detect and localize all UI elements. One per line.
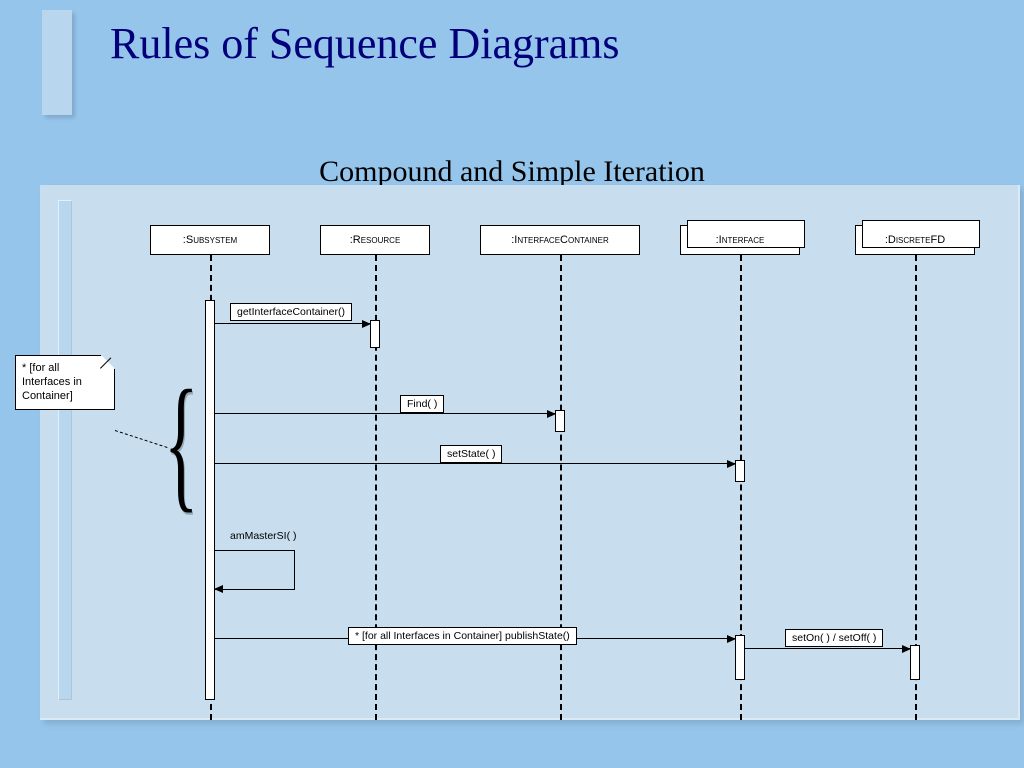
activation-interface-container-1 bbox=[555, 410, 565, 432]
participant-interface: :Interface bbox=[680, 225, 800, 255]
msg-label: setState( ) bbox=[440, 445, 502, 463]
activation-discrete-fd bbox=[910, 645, 920, 680]
msg-label: Find( ) bbox=[400, 395, 444, 413]
participant-label: :Subsystem bbox=[183, 234, 237, 246]
activation-resource bbox=[370, 320, 380, 348]
page-title: Rules of Sequence Diagrams bbox=[110, 18, 620, 69]
participant-label: :DiscreteFD bbox=[885, 234, 945, 246]
participant-label: :Interface bbox=[716, 234, 765, 246]
participant-discrete-fd: :DiscreteFD bbox=[855, 225, 975, 255]
msg-set-state bbox=[215, 463, 735, 464]
title-accent-bar bbox=[42, 10, 72, 115]
msg-label: getInterfaceContainer() bbox=[230, 303, 352, 321]
msg-label: amMasterSI( ) bbox=[230, 530, 297, 542]
note-anchor-line bbox=[115, 430, 168, 448]
page-subtitle: Compound and Simple Iteration bbox=[319, 155, 705, 189]
msg-label: setOn( ) / setOff( ) bbox=[785, 629, 883, 647]
note-text: * [for all Interfaces in Container] bbox=[22, 362, 82, 402]
activation-subsystem bbox=[205, 300, 215, 700]
activation-interface-1 bbox=[735, 460, 745, 482]
lifeline-interface-container bbox=[560, 255, 562, 720]
sequence-diagram: :Subsystem :Resource :InterfaceContainer… bbox=[40, 185, 1020, 720]
participant-label: :Resource bbox=[350, 234, 401, 246]
msg-set-on-off bbox=[745, 648, 910, 649]
activation-interface-2 bbox=[735, 635, 745, 680]
participant-subsystem: :Subsystem bbox=[150, 225, 270, 255]
participant-resource: :Resource bbox=[320, 225, 430, 255]
msg-label: * [for all Interfaces in Container] publ… bbox=[348, 627, 577, 645]
msg-am-master-si bbox=[215, 550, 295, 590]
participant-interface-container: :InterfaceContainer bbox=[480, 225, 640, 255]
iteration-note: * [for all Interfaces in Container] bbox=[15, 355, 115, 410]
msg-get-interface-container bbox=[215, 323, 370, 324]
msg-find bbox=[215, 413, 555, 414]
participant-label: :InterfaceContainer bbox=[511, 234, 608, 246]
